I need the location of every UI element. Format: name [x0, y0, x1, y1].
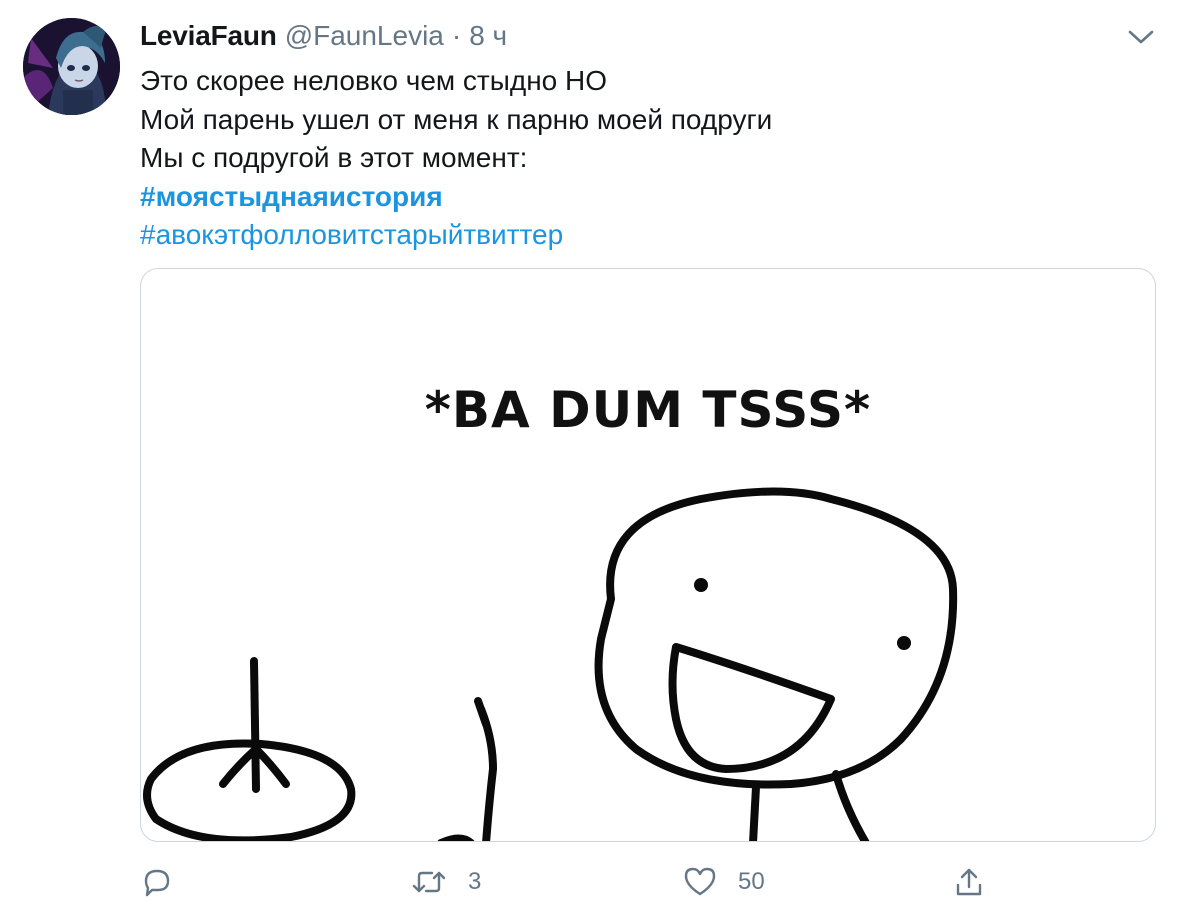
- like-count: 50: [738, 868, 765, 895]
- share-icon: [956, 868, 982, 896]
- tweet-text: Это скорее неловко чем стыдно НО Мой пар…: [140, 62, 1150, 255]
- author-handle[interactable]: @FaunLevia: [285, 20, 444, 52]
- tweet-timestamp[interactable]: 8 ч: [469, 20, 507, 52]
- tweet-text-line: Это скорее неловко чем стыдно НО: [140, 65, 608, 96]
- hashtag-link[interactable]: #моястыднаяистория: [140, 178, 1150, 217]
- hashtag-link[interactable]: #авокэтфолловитстарыйтвиттер: [140, 216, 1150, 255]
- author-name[interactable]: LeviaFaun: [140, 20, 277, 52]
- reply-button[interactable]: [140, 862, 174, 902]
- retweet-count: 3: [468, 868, 482, 895]
- share-button[interactable]: [952, 862, 986, 902]
- tweet-header: LeviaFaun @FaunLevia · 8 ч: [140, 20, 507, 56]
- tweet-text-line: Мы с подругой в этот момент:: [140, 142, 528, 173]
- tweet-text-line: Мой парень ушел от меня к парню моей под…: [140, 103, 773, 135]
- tweet-menu-button[interactable]: [1126, 26, 1156, 48]
- heart-icon: [684, 867, 716, 896]
- meme-drawing: [143, 487, 958, 841]
- retweet-button[interactable]: 3: [410, 862, 481, 902]
- tweet[interactable]: LeviaFaun @FaunLevia · 8 ч Это скорее не…: [0, 0, 1184, 920]
- meme-caption: *BA DUM TSSS*: [424, 381, 872, 439]
- like-button[interactable]: 50: [682, 862, 765, 902]
- tweet-actions: 3 50: [140, 862, 1156, 902]
- separator-dot: ·: [451, 20, 462, 51]
- avatar[interactable]: [23, 18, 120, 115]
- chevron-down-icon: [1128, 30, 1154, 44]
- avatar-image: [23, 18, 120, 115]
- tweet-media[interactable]: *BA DUM TSSS*: [140, 268, 1156, 842]
- retweet-icon: [412, 871, 446, 893]
- reply-icon: [144, 869, 170, 897]
